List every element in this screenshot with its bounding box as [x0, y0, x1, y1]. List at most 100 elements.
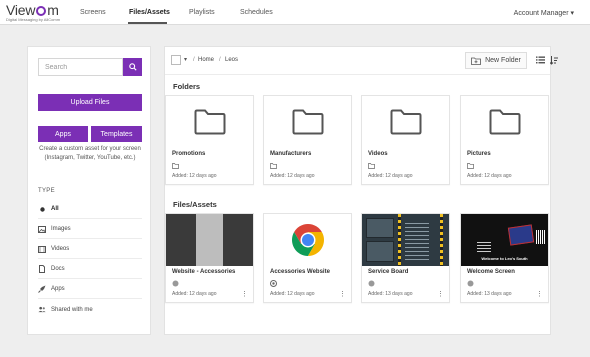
- type-filter-all[interactable]: All: [38, 200, 142, 219]
- viewcom-logo[interactable]: View m Digital Messaging by AllComm: [6, 3, 60, 22]
- list-view-icon[interactable]: [535, 55, 545, 65]
- qr-code: [536, 230, 545, 244]
- added-date: Added: 12 days ago: [270, 291, 315, 297]
- select-all-checkbox[interactable]: [171, 55, 181, 65]
- search-input[interactable]: [38, 58, 123, 76]
- type-filter-apps[interactable]: Apps: [38, 280, 142, 299]
- added-date: Added: 13 days ago: [368, 291, 413, 297]
- nav-files-assets[interactable]: Files/Assets: [129, 9, 170, 16]
- folder-thumbnail: [264, 96, 351, 148]
- welcome-menu-lines: [477, 240, 491, 252]
- upload-files-button[interactable]: Upload Files: [38, 94, 142, 111]
- chevron-down-icon: ▾: [570, 10, 574, 17]
- toolbar: ▾ / Home / Leos New Folder: [165, 47, 558, 75]
- search-icon: [128, 63, 137, 71]
- file-name: Service Board: [368, 269, 409, 275]
- top-navigation-bar: View m Digital Messaging by AllComm Scree…: [0, 0, 590, 25]
- type-filter-shared[interactable]: Shared with me: [38, 300, 142, 319]
- video-icon: [38, 245, 46, 253]
- account-label: Account Manager: [513, 10, 569, 17]
- breadcrumb-separator: /: [219, 57, 221, 63]
- dot-icon: [38, 205, 46, 213]
- type-label-apps: Apps: [51, 286, 65, 292]
- type-label-images: Images: [51, 226, 71, 232]
- folder-small-icon: [172, 162, 179, 169]
- nav-schedules[interactable]: Schedules: [240, 9, 273, 16]
- folder-small-icon: [368, 162, 375, 169]
- file-thumbnail: [166, 214, 253, 266]
- more-options-icon[interactable]: ⋮: [536, 291, 543, 298]
- folder-name: Manufacturers: [270, 151, 312, 157]
- document-icon: [38, 265, 46, 273]
- chrome-small-icon: [270, 280, 277, 287]
- folder-small-icon: [270, 162, 277, 169]
- file-thumbnail: [264, 214, 351, 266]
- folder-plus-icon: [471, 57, 481, 65]
- nav-screens[interactable]: Screens: [80, 9, 106, 16]
- added-date: Added: 12 days ago: [368, 173, 413, 179]
- folder-small-icon: [467, 162, 474, 169]
- active-nav-indicator: [128, 22, 167, 24]
- shared-users-icon: [38, 306, 46, 314]
- apps-button[interactable]: Apps: [38, 126, 88, 142]
- board-left-panel-2: [366, 241, 394, 262]
- templates-button[interactable]: Templates: [91, 126, 142, 142]
- type-label-docs: Docs: [51, 266, 65, 272]
- folder-thumbnail: [362, 96, 449, 148]
- more-options-icon[interactable]: ⋮: [241, 291, 248, 298]
- type-label-videos: Videos: [51, 246, 70, 252]
- new-folder-button[interactable]: New Folder: [465, 52, 527, 69]
- board-list: [405, 220, 429, 260]
- breadcrumb-home[interactable]: Home: [198, 57, 214, 63]
- image-icon: [38, 225, 46, 233]
- folder-card-manufacturers[interactable]: Manufacturers Added: 12 days ago: [263, 95, 352, 185]
- globe-icon: [172, 280, 179, 287]
- folder-name: Promotions: [172, 151, 206, 157]
- globe-icon: [368, 280, 375, 287]
- breadcrumb-leos[interactable]: Leos: [225, 57, 238, 63]
- sort-icon[interactable]: [550, 55, 558, 65]
- file-name: Website - Accessories: [172, 269, 236, 275]
- type-label-shared: Shared with me: [51, 306, 93, 313]
- welcome-thumb-text: Welcome to Leo's South: [481, 256, 528, 261]
- folders-section-title: Folders: [173, 82, 201, 91]
- folder-icon: [390, 109, 421, 135]
- new-folder-label: New Folder: [485, 57, 521, 64]
- chrome-icon: [291, 224, 324, 256]
- added-date: Added: 12 days ago: [172, 173, 217, 179]
- added-date: Added: 12 days ago: [270, 173, 315, 179]
- file-card-service-board[interactable]: Service Board Added: 13 days ago ⋮: [361, 213, 450, 303]
- file-thumbnail: [362, 214, 449, 266]
- type-heading: TYPE: [38, 188, 55, 194]
- folder-card-videos[interactable]: Videos Added: 12 days ago: [361, 95, 450, 185]
- account-manager-menu[interactable]: Account Manager ▾: [514, 9, 574, 17]
- logo-tagline: Digital Messaging by AllComm: [6, 17, 61, 22]
- more-options-icon[interactable]: ⋮: [339, 291, 346, 298]
- folder-icon: [292, 109, 323, 135]
- search-button[interactable]: [123, 58, 142, 76]
- folder-card-pictures[interactable]: Pictures Added: 12 days ago: [460, 95, 549, 185]
- type-filter-videos[interactable]: Videos: [38, 240, 142, 259]
- file-card-website-accessories[interactable]: Website - Accessories Added: 12 days ago…: [165, 213, 254, 303]
- type-filter-images[interactable]: Images: [38, 220, 142, 239]
- file-thumbnail: Welcome to Leo's South: [461, 214, 548, 266]
- added-date: Added: 12 days ago: [172, 291, 217, 297]
- logo-wordmark: View m: [6, 2, 59, 18]
- file-name: Welcome Screen: [467, 269, 515, 275]
- folder-icon: [489, 109, 520, 135]
- breadcrumb-separator: /: [193, 57, 195, 63]
- file-card-accessories-website[interactable]: Accessories Website Added: 12 days ago ⋮: [263, 213, 352, 303]
- folder-thumbnail: [461, 96, 548, 148]
- chevron-down-icon[interactable]: ▾: [184, 56, 187, 63]
- more-options-icon[interactable]: ⋮: [437, 291, 444, 298]
- nav-playlists[interactable]: Playlists: [189, 9, 215, 16]
- main-panel: ▾ / Home / Leos New Folder Folders Promo…: [164, 46, 558, 335]
- file-card-welcome-screen[interactable]: Welcome to Leo's South Welcome Screen Ad…: [460, 213, 549, 303]
- folder-card-promotions[interactable]: Promotions Added: 12 days ago: [165, 95, 254, 185]
- folder-name: Videos: [368, 151, 388, 157]
- thumbnail-center-panel: [196, 214, 223, 266]
- type-filter-docs[interactable]: Docs: [38, 260, 142, 279]
- board-stripe: [398, 214, 401, 266]
- file-name: Accessories Website: [270, 269, 330, 275]
- sidebar: Upload Files Apps Templates Create a cus…: [27, 46, 151, 335]
